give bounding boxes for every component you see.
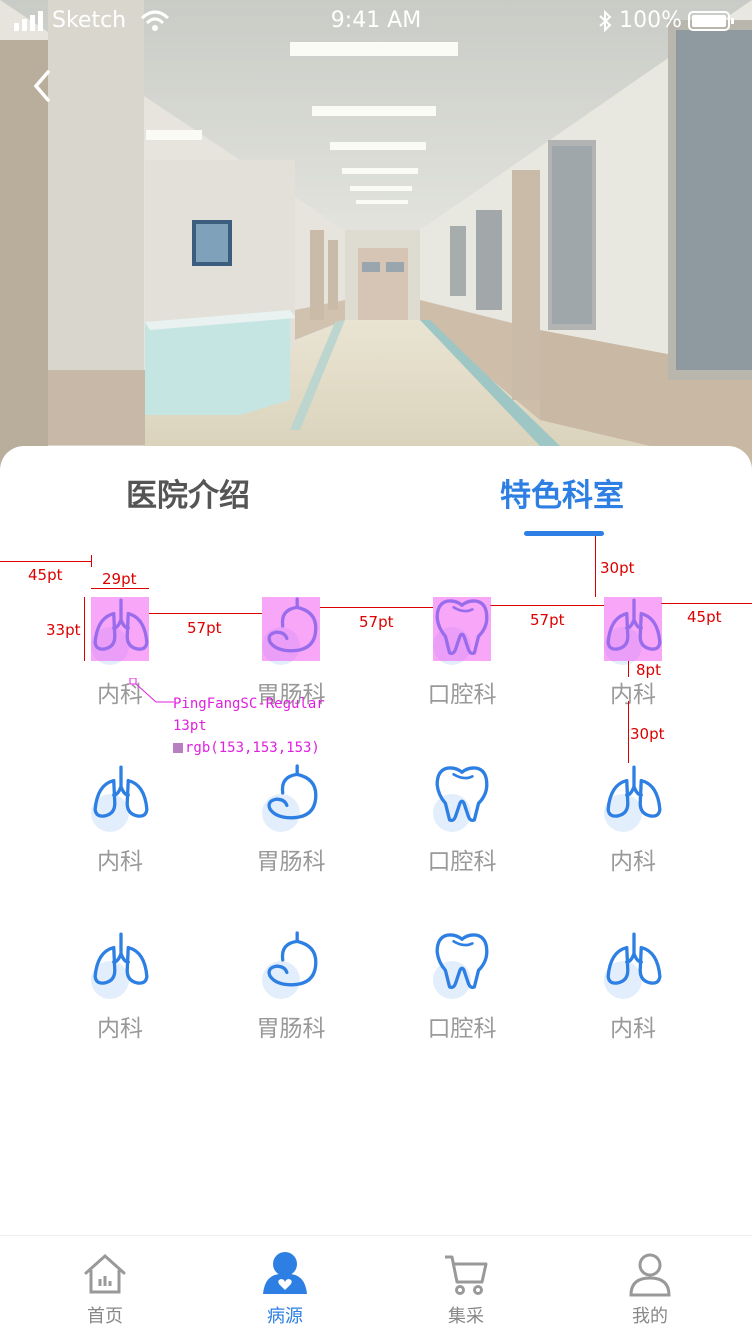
status-bar: Sketch 9:41 AM 100%	[0, 0, 752, 42]
tab-home[interactable]: 首页	[45, 1236, 165, 1334]
department-label: 内科	[610, 849, 656, 875]
spec-size: 13pt	[173, 718, 207, 734]
stomach-icon	[262, 931, 322, 999]
lungs-icon	[604, 931, 664, 999]
measure-gap-2: 57pt	[359, 613, 394, 631]
department-label: 口腔科	[427, 682, 497, 708]
user-icon	[629, 1253, 671, 1297]
tab-patients-label: 病源	[267, 1306, 303, 1327]
department-label: 内科	[610, 1016, 656, 1042]
department-item[interactable]: 胃肠科	[221, 931, 361, 1042]
tab-featured-departments[interactable]: 特色科室	[500, 470, 624, 515]
department-label: 口腔科	[427, 849, 497, 875]
lungs-icon	[604, 764, 664, 832]
measure-row-gap: 30pt	[630, 725, 665, 743]
department-label: 口腔科	[427, 1016, 497, 1042]
tab-patients[interactable]: 病源	[225, 1236, 345, 1334]
tooth-icon	[433, 764, 493, 832]
department-item[interactable]: 口腔科	[392, 764, 532, 875]
stomach-icon	[262, 764, 322, 832]
cart-icon	[445, 1255, 488, 1295]
department-label: 胃肠科	[256, 1016, 326, 1042]
measure-left-margin: 45pt	[28, 566, 63, 584]
tab-home-label: 首页	[87, 1306, 123, 1327]
screen: Sketch 9:41 AM 100% 医院介绍 特色科室 内科胃肠科口腔科	[0, 0, 752, 1334]
spec-color: rgb(153,153,153)	[185, 740, 320, 756]
tab-hospital-intro[interactable]: 医院介绍	[126, 470, 250, 515]
department-item[interactable]: 胃肠科	[221, 764, 361, 875]
measure-icon-width: 29pt	[102, 570, 137, 588]
tab-mine[interactable]: 我的	[590, 1236, 710, 1334]
patient-icon	[263, 1252, 307, 1294]
department-label: 内科	[97, 1016, 143, 1042]
bottom-tab-bar: 首页 病源 集采 我的	[0, 1235, 752, 1334]
home-icon	[84, 1253, 126, 1294]
spec-font: PingFangSC-Regular	[173, 696, 325, 712]
department-item[interactable]: 内科	[50, 931, 190, 1042]
battery-percent: 100%	[619, 8, 682, 33]
hospital-hallway-photo	[0, 0, 752, 470]
department-label: 胃肠科	[256, 849, 326, 875]
back-arrow-icon[interactable]	[28, 68, 58, 104]
bluetooth-icon	[599, 9, 612, 32]
measure-icon-height: 33pt	[46, 621, 81, 639]
measure-top-gap: 30pt	[600, 559, 635, 577]
department-label: 内科	[97, 849, 143, 875]
tab-active-indicator	[524, 531, 604, 536]
measure-label-gap: 8pt	[636, 661, 661, 679]
lungs-icon	[91, 764, 151, 832]
measure-gap-1: 57pt	[187, 619, 222, 637]
department-item[interactable]: 内科	[563, 764, 703, 875]
tab-procurement[interactable]: 集采	[406, 1236, 526, 1334]
department-item[interactable]: 内科	[50, 764, 190, 875]
measure-gap-3: 57pt	[530, 611, 565, 629]
lungs-icon	[91, 931, 151, 999]
measure-right-margin: 45pt	[687, 608, 722, 626]
battery-icon	[688, 10, 734, 31]
department-item[interactable]: 口腔科	[392, 931, 532, 1042]
department-label: 内科	[610, 682, 656, 708]
tooth-icon	[433, 931, 493, 999]
department-item[interactable]: 内科	[563, 931, 703, 1042]
tab-procurement-label: 集采	[448, 1306, 484, 1327]
tab-mine-label: 我的	[632, 1306, 668, 1327]
